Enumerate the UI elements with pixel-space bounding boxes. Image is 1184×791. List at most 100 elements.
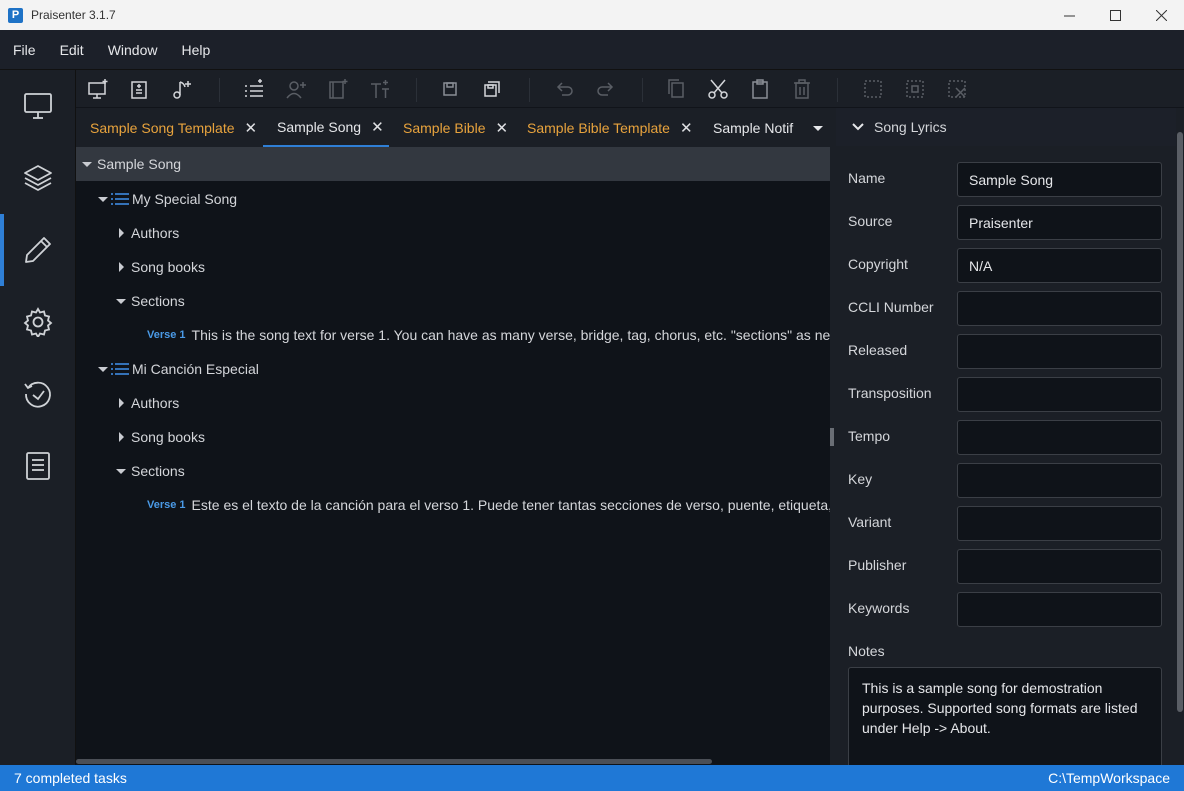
collapse-caret-icon[interactable] <box>82 159 92 169</box>
songbooks-label: Song books <box>131 429 205 445</box>
notes-field[interactable]: This is a sample song for demostration p… <box>848 667 1162 777</box>
splitter-grip[interactable] <box>830 428 834 446</box>
close-tab-icon[interactable]: ✕ <box>680 119 693 137</box>
notes-label: Notes <box>848 643 885 659</box>
verse-text: This is the song text for verse 1. You c… <box>191 327 830 343</box>
ccli-number-field[interactable] <box>957 291 1162 326</box>
verse-text: Este es el texto de la canción para el v… <box>191 497 830 513</box>
tree-root-label: Sample Song <box>97 156 182 172</box>
tree-verse[interactable]: Verse 1 Este es el texto de la canción p… <box>76 488 830 522</box>
variant-field[interactable] <box>957 506 1162 541</box>
rail-library-button[interactable] <box>0 142 76 214</box>
tab-sample-bible[interactable]: Sample Bible ✕ <box>389 108 513 147</box>
tree-songbooks[interactable]: Song books <box>76 250 830 284</box>
collapse-caret-icon[interactable] <box>116 466 126 476</box>
rail-settings-button[interactable] <box>0 286 76 358</box>
close-window-button[interactable] <box>1138 0 1184 30</box>
save-all-icon <box>484 81 500 97</box>
save-all-button[interactable] <box>481 78 503 100</box>
maximize-icon <box>1109 9 1121 21</box>
tree-sections[interactable]: Sections <box>76 284 830 318</box>
maximize-button[interactable] <box>1092 0 1138 30</box>
tab-overflow-icon[interactable] <box>812 122 824 134</box>
rail-history-button[interactable] <box>0 358 76 430</box>
new-song-button[interactable] <box>171 78 193 100</box>
tree-verse[interactable]: Verse 1 This is the song text for verse … <box>76 318 830 352</box>
collapse-caret-icon[interactable] <box>98 194 108 204</box>
scrollbar-thumb[interactable] <box>1177 132 1183 712</box>
properties-panel: Name Sample Song Source Praisenter Copyr… <box>836 146 1176 777</box>
add-text-button <box>369 78 391 100</box>
deselect-icon <box>948 80 966 98</box>
sections-label: Sections <box>131 463 185 479</box>
menu-file[interactable]: File <box>0 42 48 58</box>
layers-icon <box>24 165 52 191</box>
keywords-field[interactable] <box>957 592 1162 627</box>
transposition-field[interactable] <box>957 377 1162 412</box>
song-lyrics-header[interactable]: Song Lyrics <box>836 108 1176 146</box>
tab-sample-song-template[interactable]: Sample Song Template ✕ <box>76 108 263 147</box>
copy-button <box>665 78 687 100</box>
tree-authors[interactable]: Authors <box>76 216 830 250</box>
task-status[interactable]: 7 completed tasks <box>14 770 127 786</box>
tab-sample-song[interactable]: Sample Song ✕ <box>263 108 389 147</box>
menu-edit[interactable]: Edit <box>48 42 96 58</box>
minimize-button[interactable] <box>1046 0 1092 30</box>
select-all-icon <box>864 80 882 98</box>
rail-present-button[interactable] <box>0 70 76 142</box>
new-document-button[interactable] <box>129 78 151 100</box>
collapse-caret-icon[interactable] <box>116 296 126 306</box>
expand-caret-icon[interactable] <box>116 262 126 272</box>
collapse-caret-icon[interactable] <box>98 364 108 374</box>
horizontal-scrollbar[interactable] <box>76 757 830 765</box>
cut-button[interactable] <box>707 78 729 100</box>
select-icon <box>906 80 924 98</box>
source-field[interactable]: Praisenter <box>957 205 1162 240</box>
tree-authors[interactable]: Authors <box>76 386 830 420</box>
lyrics-title: Mi Canción Especial <box>132 361 259 377</box>
menu-help[interactable]: Help <box>169 42 222 58</box>
minimize-icon <box>1063 15 1075 16</box>
close-tab-icon[interactable]: ✕ <box>245 119 258 137</box>
rail-documents-button[interactable] <box>0 430 76 502</box>
vertical-scrollbar[interactable] <box>1176 108 1184 765</box>
rail-editor-button[interactable] <box>0 214 76 286</box>
tab-sample-bible-template[interactable]: Sample Bible Template ✕ <box>513 108 699 147</box>
name-label: Name <box>848 170 886 186</box>
tree-sections[interactable]: Sections <box>76 454 830 488</box>
tempo-field[interactable] <box>957 420 1162 455</box>
copyright-field[interactable]: N/A <box>957 248 1162 283</box>
workspace-path: C:\TempWorkspace <box>1048 770 1170 786</box>
close-tab-icon[interactable]: ✕ <box>371 118 384 136</box>
tab-label: Sample Song Template <box>90 119 235 136</box>
name-field[interactable]: Sample Song <box>957 162 1162 197</box>
menu-window[interactable]: Window <box>96 42 170 58</box>
select-all-button <box>862 78 884 100</box>
expand-caret-icon[interactable] <box>116 398 126 408</box>
add-section-button[interactable] <box>243 78 265 100</box>
released-field[interactable] <box>957 334 1162 369</box>
toolbar-separator <box>642 78 643 102</box>
key-field[interactable] <box>957 463 1162 498</box>
keywords-label: Keywords <box>848 600 910 616</box>
publisher-field[interactable] <box>957 549 1162 584</box>
tab-label: Sample Song <box>277 118 362 135</box>
undo-icon <box>556 82 573 96</box>
authors-label: Authors <box>131 395 180 411</box>
tree-root[interactable]: Sample Song <box>76 147 830 181</box>
expand-caret-icon[interactable] <box>116 432 126 442</box>
expand-caret-icon[interactable] <box>116 228 126 238</box>
close-tab-icon[interactable]: ✕ <box>496 119 509 137</box>
source-label: Source <box>848 213 893 229</box>
toolbar <box>76 70 1184 108</box>
window-controls <box>1046 0 1184 30</box>
tree-songbooks[interactable]: Song books <box>76 420 830 454</box>
new-slide-button[interactable] <box>87 78 109 100</box>
tab-sample-notification[interactable]: Sample Notif <box>699 108 794 147</box>
chevron-down-icon <box>852 123 864 131</box>
key-label: Key <box>848 471 873 487</box>
scrollbar-thumb[interactable] <box>76 759 712 764</box>
tree-lyrics-item[interactable]: Mi Canción Especial <box>76 352 830 386</box>
cut-icon <box>708 79 728 99</box>
tree-lyrics-item[interactable]: My Special Song <box>76 182 830 216</box>
